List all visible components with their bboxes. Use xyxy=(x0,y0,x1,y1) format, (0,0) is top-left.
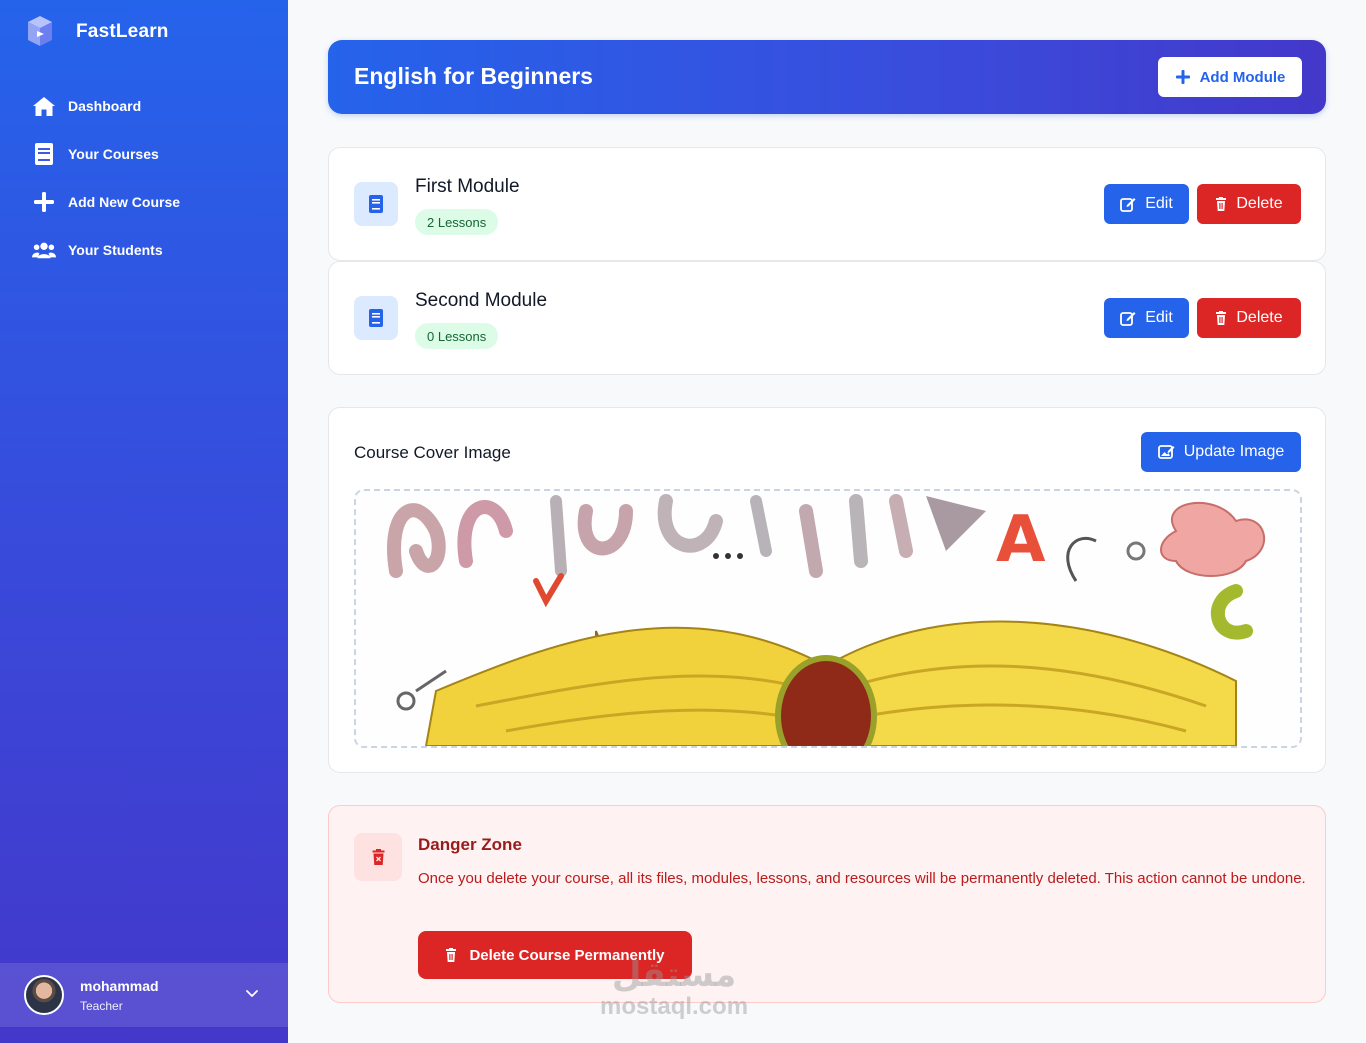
sidebar-item-dashboard[interactable]: Dashboard xyxy=(0,82,288,130)
sidebar-nav: Dashboard Your Courses Add New Course Yo… xyxy=(0,82,288,274)
book-icon xyxy=(32,142,56,166)
sidebar-item-add-new-course[interactable]: Add New Course xyxy=(0,178,288,226)
user-menu[interactable]: mohammad Teacher xyxy=(0,963,288,1027)
sidebar: FastLearn Dashboard Your Courses Add New… xyxy=(0,0,288,1043)
avatar xyxy=(24,975,64,1015)
danger-message: Once you delete your course, all its fil… xyxy=(418,870,1306,887)
sidebar-item-label: Add New Course xyxy=(68,194,181,210)
trash-icon xyxy=(1216,197,1227,211)
add-module-label: Add Module xyxy=(1199,68,1286,86)
delete-label: Delete xyxy=(1236,309,1283,326)
cover-title: Course Cover Image xyxy=(354,443,511,462)
lessons-badge: 2 Lessons xyxy=(415,209,499,235)
edit-label: Edit xyxy=(1145,195,1173,212)
delete-label: Delete xyxy=(1236,195,1283,212)
trash-icon xyxy=(1216,311,1227,325)
image-edit-icon xyxy=(1157,445,1175,459)
edit-label: Edit xyxy=(1145,309,1173,326)
fastlearn-logo-icon xyxy=(28,16,52,46)
sidebar-item-label: Your Courses xyxy=(68,146,159,162)
chevron-down-icon[interactable] xyxy=(244,985,260,1001)
user-info: mohammad Teacher xyxy=(80,978,159,1013)
module-card: First Module 2 Lessons Edit Delete xyxy=(328,147,1326,261)
delete-module-button[interactable]: Delete xyxy=(1197,298,1301,338)
sidebar-item-label: Your Students xyxy=(68,242,163,258)
edit-icon xyxy=(1120,198,1136,212)
edit-module-button[interactable]: Edit xyxy=(1104,298,1189,338)
sidebar-item-your-courses[interactable]: Your Courses xyxy=(0,130,288,178)
home-icon xyxy=(32,94,56,118)
update-image-label: Update Image xyxy=(1183,443,1285,460)
user-role: Teacher xyxy=(80,998,123,1013)
module-book-icon xyxy=(354,182,398,226)
svg-text:A: A xyxy=(996,503,1046,577)
add-module-button[interactable]: Add Module xyxy=(1158,57,1302,97)
edit-module-button[interactable]: Edit xyxy=(1104,184,1189,224)
brand-name: FastLearn xyxy=(76,21,169,42)
brand[interactable]: FastLearn xyxy=(24,16,169,48)
book-illustration: A xyxy=(356,491,1300,746)
trash-icon xyxy=(446,948,457,962)
sidebar-item-your-students[interactable]: Your Students xyxy=(0,226,288,274)
course-header: English for Beginners Add Module xyxy=(328,40,1326,114)
danger-title: Danger Zone xyxy=(418,835,522,854)
danger-zone: Danger Zone Once you delete your course,… xyxy=(328,805,1326,1003)
module-title: Second Module xyxy=(415,290,548,311)
delete-module-button[interactable]: Delete xyxy=(1197,184,1301,224)
edit-icon xyxy=(1120,312,1136,326)
cover-image: A xyxy=(354,489,1302,748)
update-image-button[interactable]: Update Image xyxy=(1141,432,1301,472)
delete-course-label: Delete Course Permanently xyxy=(469,946,665,964)
plus-icon xyxy=(32,190,56,214)
plus-icon xyxy=(1175,70,1190,84)
users-icon xyxy=(32,238,56,262)
module-book-icon xyxy=(354,296,398,340)
cover-image-card: Course Cover Image Update Image A xyxy=(328,407,1326,773)
module-title: First Module xyxy=(415,176,520,197)
sidebar-item-label: Dashboard xyxy=(68,98,142,114)
delete-course-button[interactable]: Delete Course Permanently xyxy=(418,931,692,979)
trash-icon xyxy=(354,833,402,881)
module-card: Second Module 0 Lessons Edit Delete xyxy=(328,261,1326,375)
user-name: mohammad xyxy=(80,977,159,994)
page-title: English for Beginners xyxy=(354,63,593,89)
lessons-badge: 0 Lessons xyxy=(415,323,499,349)
